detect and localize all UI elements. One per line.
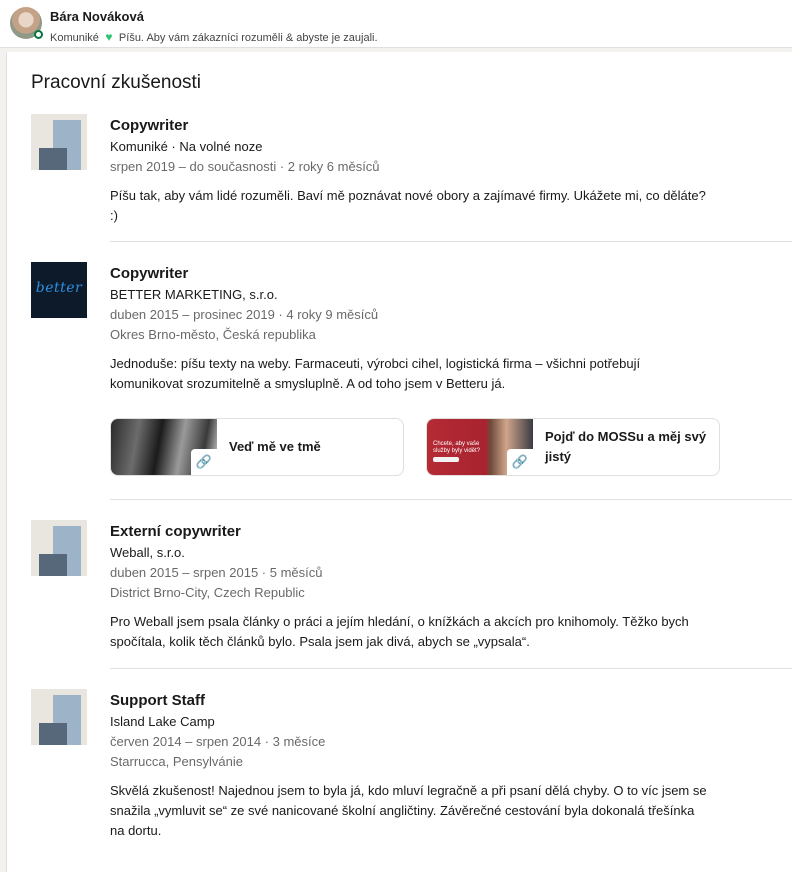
profile-top-bar: Bára Nováková Komuniké ♥ Píšu. Aby vám zák… bbox=[0, 0, 792, 48]
logo-text: better bbox=[35, 280, 83, 296]
company-name: BETTER MARKETING, s.r.o. bbox=[110, 287, 278, 302]
media-title: Veď mě ve tmě bbox=[229, 439, 321, 454]
divider bbox=[110, 241, 792, 242]
media-attachments: 🔗 Veď mě ve tmě Chcete, aby vaše služby … bbox=[110, 418, 730, 476]
heart-icon: ♥ bbox=[105, 30, 113, 44]
job-title[interactable]: Copywriter bbox=[110, 116, 770, 136]
profile-headline: Komuniké ♥ Píšu. Aby vám zákazníci rozuměl… bbox=[50, 30, 378, 44]
company-name: Weball, s.r.o. bbox=[110, 545, 185, 560]
divider bbox=[110, 668, 792, 669]
link-icon: 🔗 bbox=[191, 449, 217, 475]
experience-section: Pracovní zkušenosti Copywriter Komuniké … bbox=[6, 52, 792, 872]
job-description: Skvělá zkušenost! Najednou jsem to byla … bbox=[110, 783, 707, 838]
presence-indicator-icon bbox=[34, 30, 43, 39]
job-description: Píšu tak, aby vám lidé rozuměli. Baví mě… bbox=[110, 188, 706, 223]
thumbnail-text: Chcete, aby vaše služby byly vidět? bbox=[433, 441, 481, 454]
experience-info: Copywriter Komuniké · Na volné noze srpe… bbox=[110, 114, 770, 226]
date-range: červen 2014 – srpen 2014 · 3 měsíce bbox=[110, 734, 326, 749]
job-location: Starrucca, Pensylvánie bbox=[110, 754, 243, 769]
experience-info: Copywriter BETTER MARKETING, s.r.o. dube… bbox=[110, 262, 770, 394]
media-card[interactable]: Chcete, aby vaše služby byly vidět? 🔗 Po… bbox=[426, 418, 720, 476]
job-title[interactable]: Support Staff bbox=[110, 691, 770, 711]
media-card[interactable]: 🔗 Veď mě ve tmě bbox=[110, 418, 404, 476]
date-range: duben 2015 – srpen 2015 · 5 měsíců bbox=[110, 565, 323, 580]
company-logo[interactable] bbox=[31, 114, 87, 170]
job-location: District Brno-City, Czech Republic bbox=[110, 585, 305, 600]
profile-name[interactable]: Bára Nováková bbox=[50, 9, 144, 24]
job-description: Pro Weball jsem psala články o práci a j… bbox=[110, 614, 689, 649]
section-title: Pracovní zkušenosti bbox=[31, 72, 202, 93]
job-location: Okres Brno-město, Česká republika bbox=[110, 327, 316, 342]
date-range: duben 2015 – prosinec 2019 · 4 roky 9 mě… bbox=[110, 307, 379, 322]
company-name: Komuniké · Na volné noze bbox=[110, 139, 263, 154]
date-range: srpen 2019 – do současnosti · 2 roky 6 m… bbox=[110, 159, 380, 174]
profile-avatar[interactable] bbox=[10, 7, 43, 39]
job-title[interactable]: Copywriter bbox=[110, 264, 770, 284]
headline-company: Komuniké bbox=[50, 32, 99, 44]
headline-text: Píšu. Aby vám zákazníci rozuměli & abyst… bbox=[118, 32, 378, 44]
company-logo-better[interactable]: better bbox=[31, 262, 87, 318]
experience-info: Externí copywriter Weball, s.r.o. duben … bbox=[110, 520, 770, 652]
company-name: Island Lake Camp bbox=[110, 714, 215, 729]
job-title[interactable]: Externí copywriter bbox=[110, 522, 770, 542]
job-description: Jednoduše: píšu texty na weby. Farmaceut… bbox=[110, 356, 641, 391]
company-logo[interactable] bbox=[31, 689, 87, 745]
divider bbox=[110, 499, 792, 500]
link-icon: 🔗 bbox=[507, 449, 533, 475]
media-title: Pojď do MOSSu a měj svý jistý bbox=[545, 429, 707, 464]
company-logo[interactable] bbox=[31, 520, 87, 576]
experience-info: Support Staff Island Lake Camp červen 20… bbox=[110, 689, 770, 841]
